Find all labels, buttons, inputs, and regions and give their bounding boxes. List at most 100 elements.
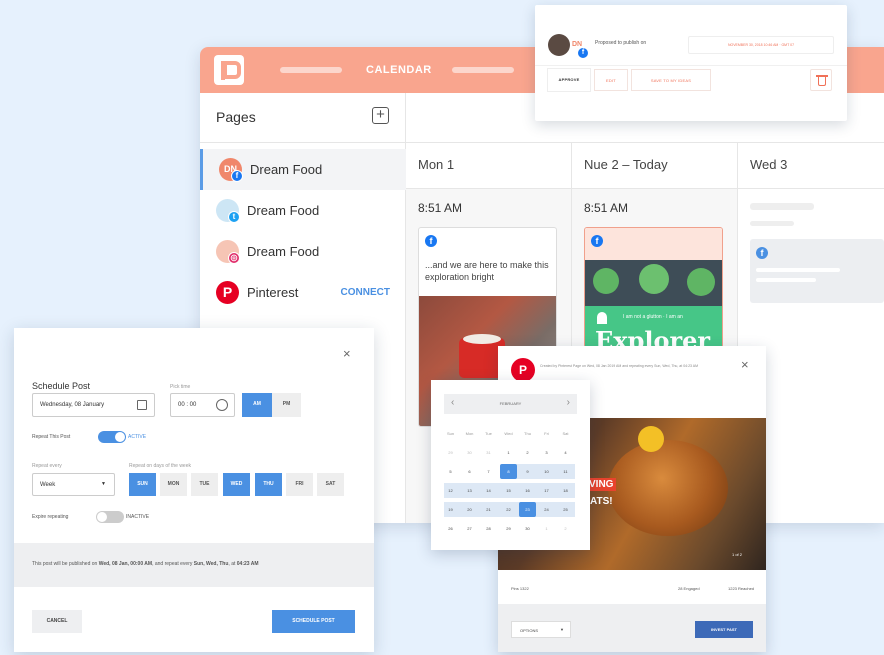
divider [535,65,847,66]
sunflower-shape [638,426,664,452]
date-cell[interactable]: 19 [442,502,459,517]
date-cell[interactable]: 22 [500,502,517,517]
date-cell[interactable]: 9 [519,464,536,479]
app-logo[interactable] [214,55,244,85]
day-header-mon: Mon 1 [406,143,572,189]
approve-button[interactable]: APPROVE [548,69,590,91]
time-input[interactable]: 00 : 00 [170,393,235,417]
time-value: 00 : 00 [178,402,197,408]
close-icon[interactable]: × [343,346,351,361]
expire-toggle[interactable] [96,511,124,523]
date-cell[interactable]: 12 [442,483,459,498]
sidebar-item-dream-food-facebook[interactable]: DN f Dream Food [200,149,406,190]
day-toggle-wed[interactable]: WED [223,473,250,496]
save-to-ideas-button[interactable]: SAVE TO MY IDEAS [631,69,711,91]
date-cell[interactable]: 1 [538,521,555,536]
date-cell[interactable]: 21 [480,502,497,517]
schedule-post-button[interactable]: SCHEDULE POST [272,610,355,633]
preview-action-button[interactable]: INVEST PAST [695,621,753,638]
date-cell[interactable]: 31 [480,445,497,460]
date-cell[interactable]: 2 [557,521,574,536]
date-cell[interactable]: 17 [538,483,555,498]
date-cell[interactable]: 3 [538,445,555,460]
facebook-icon: f [577,47,589,59]
day-toggle-tue[interactable]: TUE [191,473,218,496]
cocoa-foam [463,334,501,344]
date-cell[interactable]: 25 [557,502,574,517]
date-cell[interactable]: 1 [500,445,517,460]
date-cell[interactable]: 30 [461,445,478,460]
edit-button[interactable]: EDIT [594,69,628,91]
proposed-date-field[interactable]: NOVEMBER 30, 2018 10:46 AM · GMT 07 [688,36,834,54]
weekday-label: Sat [562,431,569,436]
repeat-days-label: Repeat on days of the week [129,463,191,469]
trash-icon [818,76,826,86]
chevron-down-icon: ▼ [101,481,106,487]
options-select[interactable]: OPTIONS ▼ [511,621,571,638]
date-cell[interactable]: 10 [538,464,555,479]
day-toggle-mon[interactable]: MON [160,473,187,496]
month-nav: ‹ FEBRUARY › [444,394,577,414]
date-cell[interactable]: 2 [519,445,536,460]
day-header-wed: Wed 3 [738,143,884,189]
date-value: Wednesday, 08 January [40,402,105,408]
date-input[interactable]: Wednesday, 08 January [32,393,155,417]
repeat-state: ACTIVE [128,434,147,440]
twitter-icon: t [228,211,240,223]
delete-button[interactable] [810,69,832,91]
date-cell[interactable]: 29 [500,521,517,536]
pins-count: Pins 1322 [511,586,529,591]
summary-time: 04:23 AM [236,561,259,567]
summary-days: Sun, Wed, Thu [193,561,229,567]
date-cell[interactable]: 13 [461,483,478,498]
pm-toggle[interactable]: PM [272,393,301,417]
date-cell[interactable]: 15 [500,483,517,498]
date-cell[interactable]: 5 [442,464,459,479]
date-cell[interactable]: 16 [519,483,536,498]
overlay-text-2: ATS! [590,496,613,507]
summary-date: Wed, 08 Jan, 00:00 AM [98,561,153,567]
date-cell[interactable]: 20 [461,502,478,517]
date-cell[interactable]: 11 [557,464,574,479]
sidebar-item-dream-food-instagram[interactable]: ◎ Dream Food [200,231,406,272]
connect-button[interactable]: CONNECT [341,287,390,298]
am-toggle[interactable]: AM [242,393,272,417]
chevron-right-icon[interactable]: › [567,397,570,408]
day-toggle-thu[interactable]: THU [255,473,282,496]
facebook-icon: f [231,170,243,182]
date-cell[interactable]: 29 [442,445,459,460]
weekday-label: Mon [465,431,474,436]
date-cell[interactable]: 23 [519,502,536,517]
repeat-every-select[interactable]: Week ▼ [32,473,115,496]
cupcake-shape [593,268,619,294]
expire-state: INACTIVE [126,514,150,520]
day-toggle-sun[interactable]: SUN [129,473,156,496]
cancel-button[interactable]: CANCEL [32,610,82,633]
month-label: FEBRUARY [499,401,522,406]
date-cell[interactable]: 14 [480,483,497,498]
repeat-toggle[interactable] [98,431,126,443]
weekday-label: Sun [446,431,455,436]
day-toggle-sat[interactable]: SAT [317,473,344,496]
date-cell[interactable]: 30 [519,521,536,536]
sidebar-item-pinterest[interactable]: P Pinterest CONNECT [200,272,406,313]
date-cell[interactable]: 27 [461,521,478,536]
sidebar-item-dream-food-twitter[interactable]: t Dream Food [200,190,406,231]
close-icon[interactable]: × [741,357,749,372]
date-cell[interactable]: 18 [557,483,574,498]
add-page-button[interactable]: + [372,107,389,124]
date-cell[interactable]: 24 [538,502,555,517]
day-toggle-fri[interactable]: FRI [286,473,313,496]
day-header-today: Nue 2 – Today [572,143,738,189]
date-cell[interactable]: 28 [480,521,497,536]
pinterest-icon: P [216,281,239,304]
date-cell[interactable]: 4 [557,445,574,460]
card-highlight [585,228,722,260]
date-cell[interactable]: 6 [461,464,478,479]
modal-title: Schedule Post [32,381,91,391]
date-picker: ‹ FEBRUARY › Sun Mon Tue Wed Thu Fri Sat 29 30 31… [431,380,590,550]
date-cell[interactable]: 26 [442,521,459,536]
summary-part: This post will be published on [32,561,99,567]
date-cell[interactable]: 7 [480,464,497,479]
date-cell[interactable]: 8 [500,464,517,479]
